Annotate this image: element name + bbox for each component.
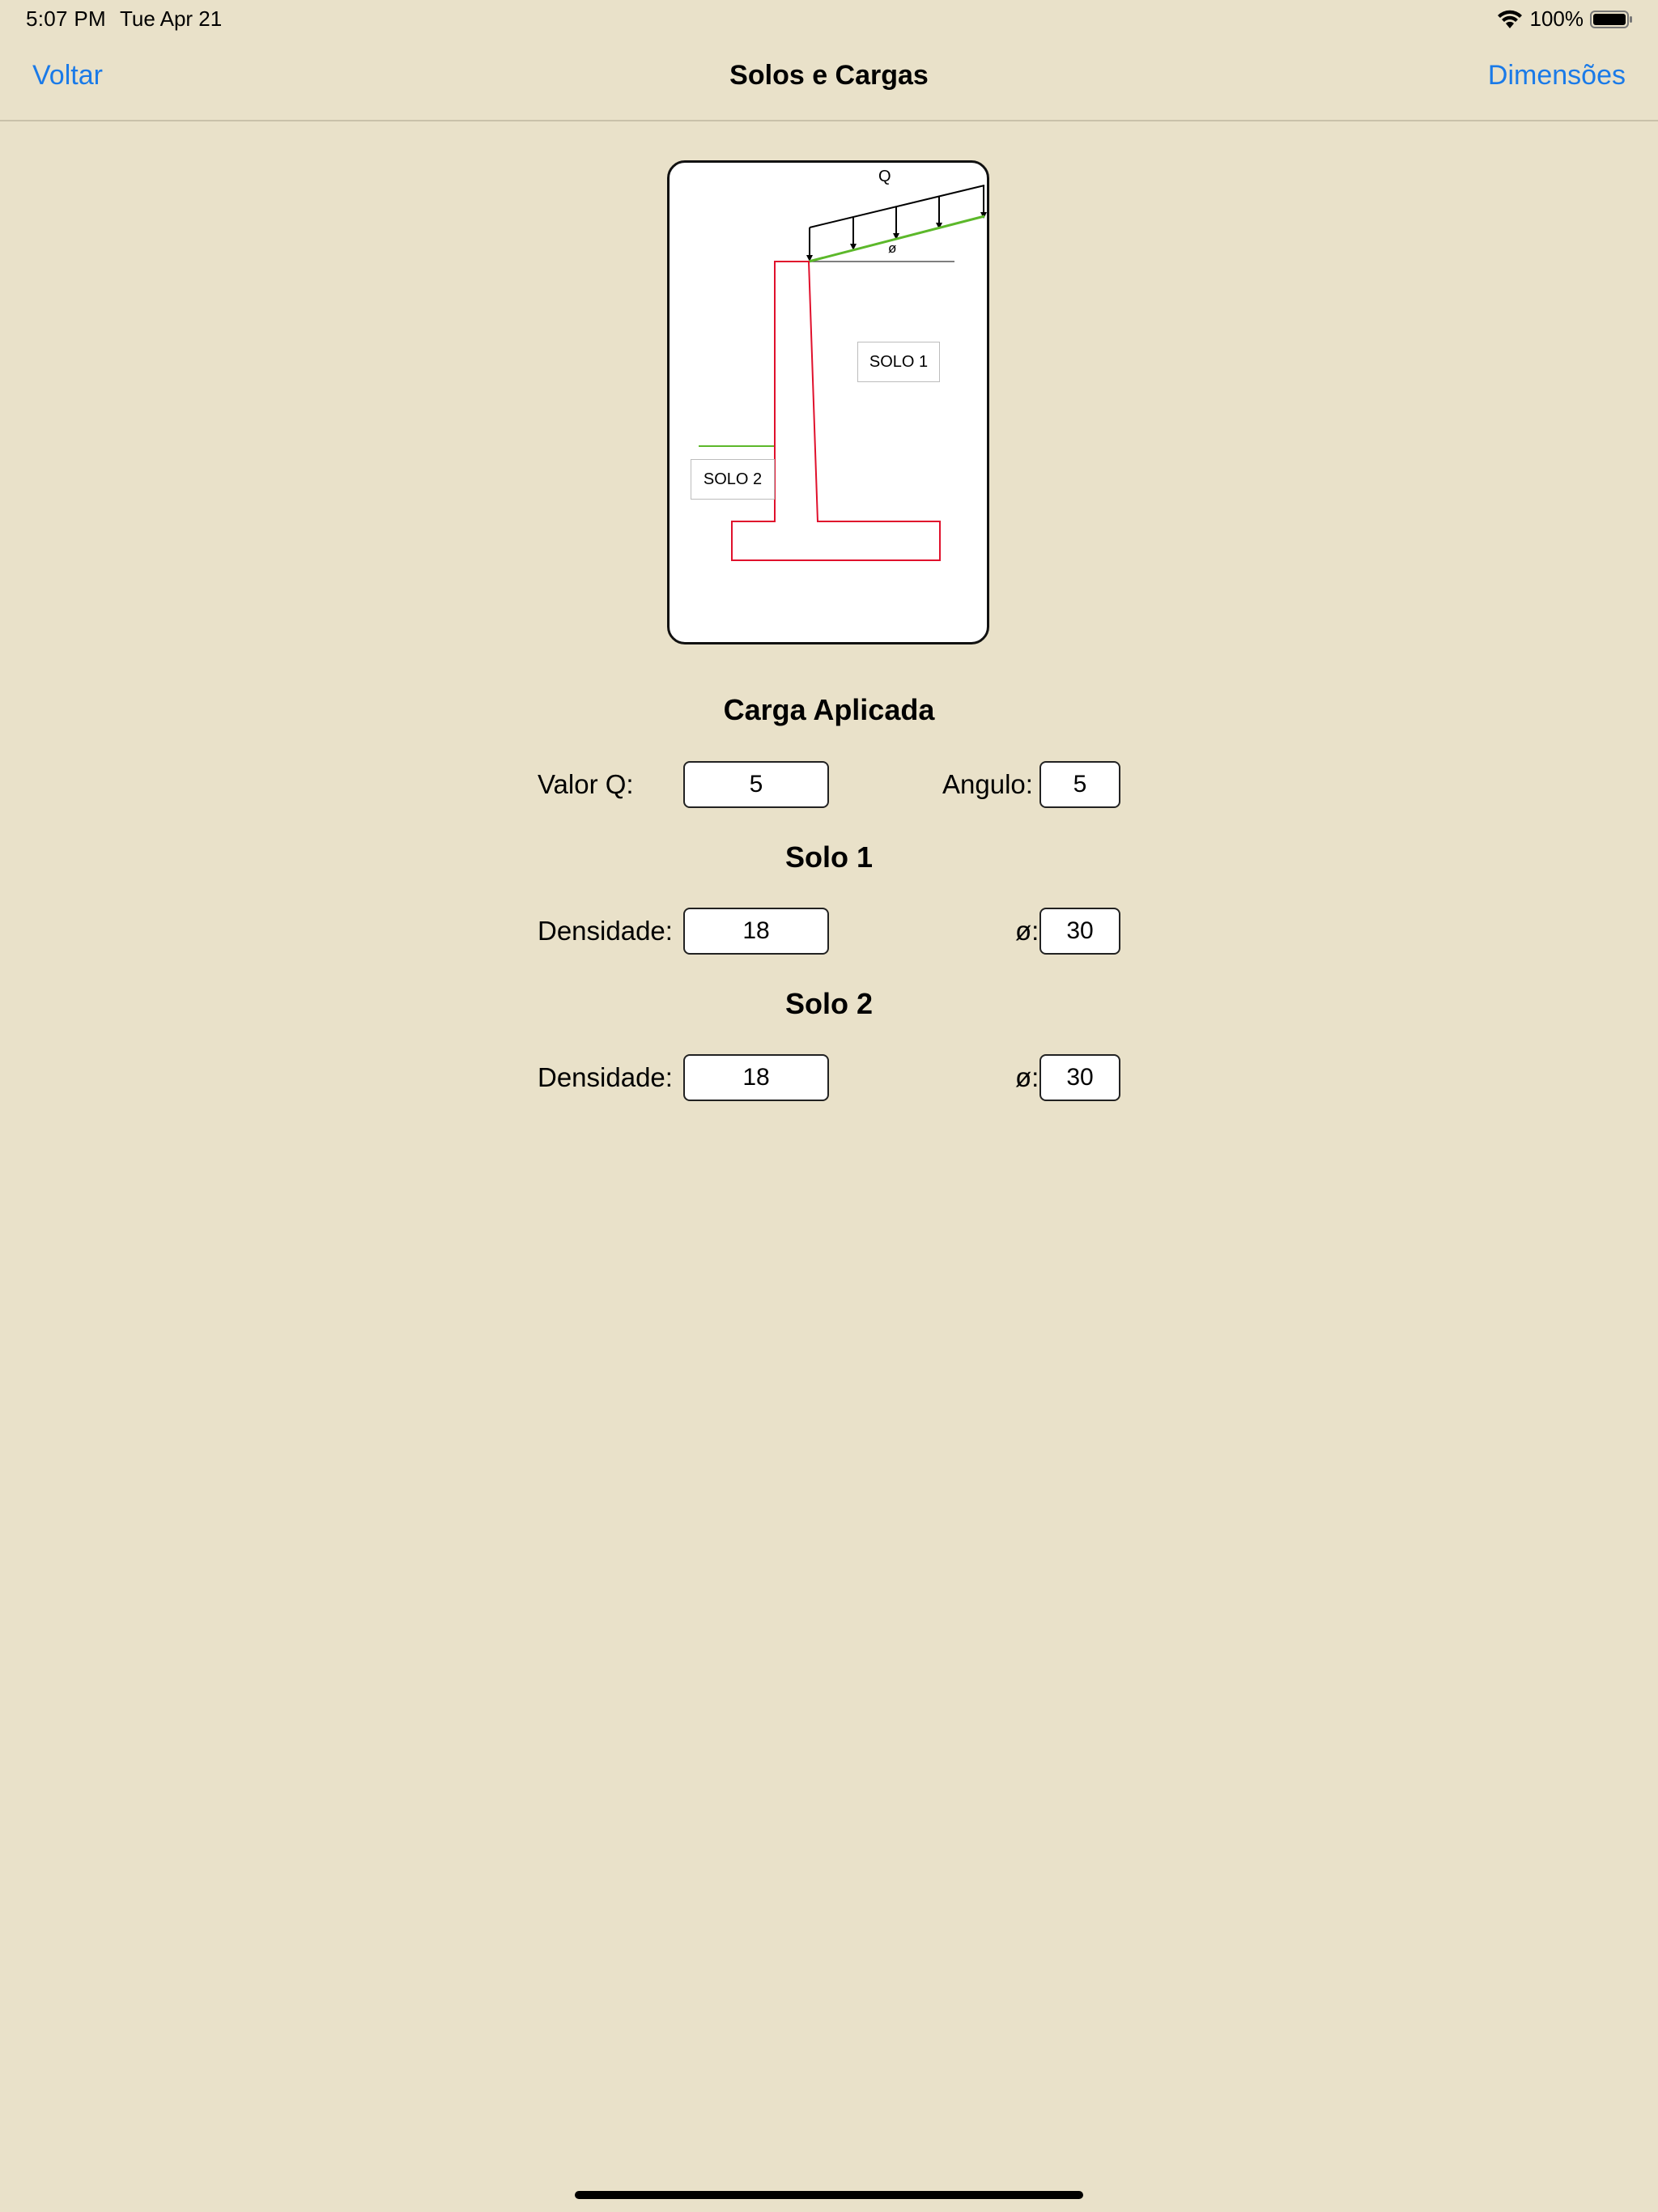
battery-icon — [1590, 10, 1634, 29]
battery-percent: 100% — [1529, 6, 1584, 31]
solo2-box: SOLO 2 — [691, 459, 775, 500]
status-bar: 5:07 PM Tue Apr 21 100% — [0, 0, 1658, 39]
solo1-phi-input[interactable] — [1039, 908, 1120, 955]
carga-section-title: Carga Aplicada — [723, 693, 935, 726]
solo1-phi-label: ø: — [1015, 916, 1039, 946]
angle-label: Angulo: — [942, 769, 1033, 799]
status-time: 5:07 PM — [26, 6, 106, 31]
angle-input[interactable] — [1039, 761, 1120, 808]
q-value-label: Valor Q: — [538, 769, 634, 799]
status-right: 100% — [1496, 6, 1635, 32]
solo1-density-input[interactable] — [683, 908, 829, 955]
status-date: Tue Apr 21 — [120, 6, 223, 31]
solo2-density-label: Densidade: — [538, 1062, 673, 1092]
load-q-label: Q — [878, 168, 891, 185]
home-indicator[interactable] — [575, 2191, 1083, 2199]
solo1-box: SOLO 1 — [857, 342, 940, 382]
slope-angle-label: ø — [888, 240, 897, 256]
solo2-section-title: Solo 2 — [784, 987, 874, 1020]
page-title: Solos e Cargas — [729, 60, 929, 91]
wifi-icon — [1496, 9, 1524, 30]
solo2-density-input[interactable] — [683, 1054, 829, 1101]
navigation-bar: Voltar Solos e Cargas Dimensões — [0, 39, 1658, 121]
dimensions-button[interactable]: Dimensões — [1488, 60, 1626, 91]
solo2-phi-input[interactable] — [1039, 1054, 1120, 1101]
solo1-section-title: Solo 1 — [784, 840, 874, 874]
diagram-drawing — [699, 185, 987, 561]
wall-outline — [731, 261, 941, 561]
solo1-density-label: Densidade: — [538, 916, 673, 946]
retaining-wall-diagram: Q ø SOLO 1 SOLO 2 — [667, 160, 989, 644]
solo2-phi-label: ø: — [1015, 1062, 1039, 1092]
q-value-input[interactable] — [683, 761, 829, 808]
